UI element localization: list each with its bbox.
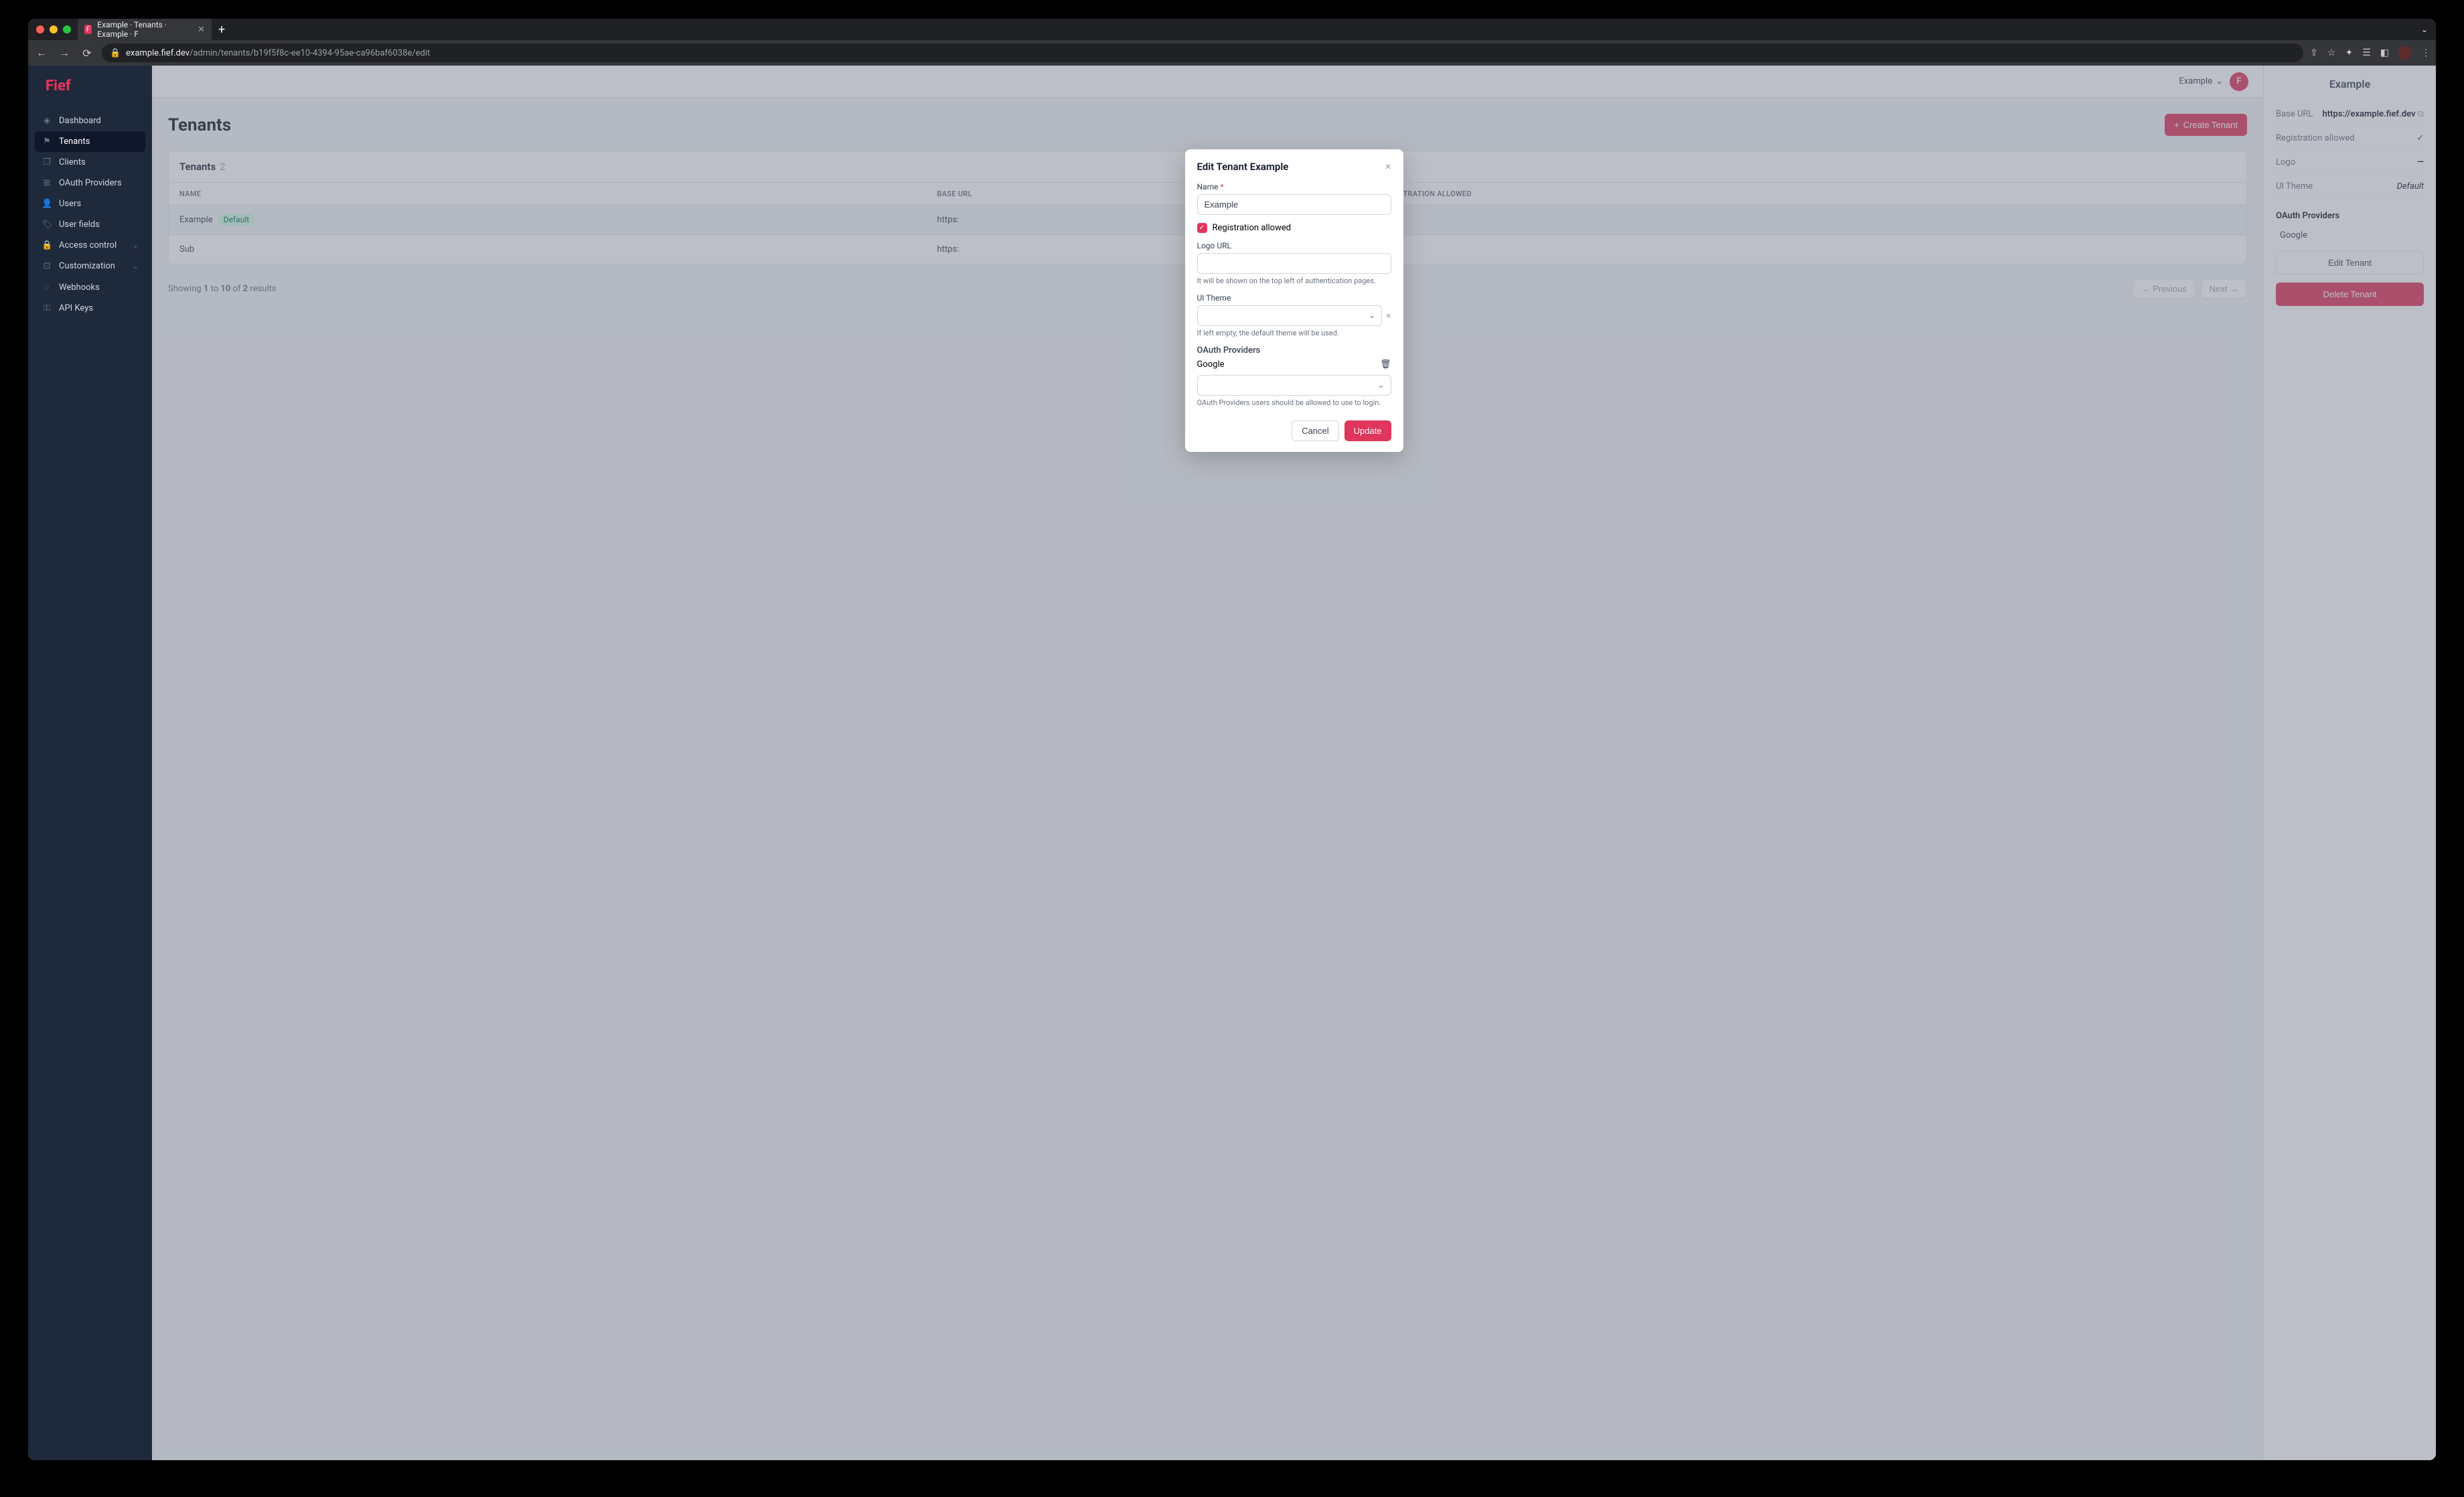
nav-icon: ⚿ xyxy=(42,303,52,313)
chevron-down-icon: ⌄ xyxy=(133,262,139,270)
browser-titlebar: F Example · Tenants · Example · F ✕ + ⌄ xyxy=(28,19,2436,40)
nav-label: Webhooks xyxy=(59,283,100,293)
lock-icon: 🔒 xyxy=(110,48,121,58)
browser-menu-icon[interactable]: ⋮ xyxy=(2421,48,2431,58)
tab-favicon-icon: F xyxy=(84,25,92,34)
chevron-down-icon: ⌄ xyxy=(133,241,139,250)
nav-reload-icon[interactable]: ⟳ xyxy=(79,47,95,60)
browser-tab[interactable]: F Example · Tenants · Example · F ✕ xyxy=(78,19,212,43)
extensions-icon[interactable]: ✦ xyxy=(2345,48,2353,58)
cancel-button[interactable]: Cancel xyxy=(1292,420,1338,441)
trash-icon[interactable]: 🗑 xyxy=(1380,360,1391,370)
oauth-provider-select[interactable] xyxy=(1197,375,1391,396)
url-path: /admin/tenants/b19f5f8c-ee10-4394-95ae-c… xyxy=(189,48,430,58)
name-label: Name * xyxy=(1197,182,1391,191)
browser-toolbar: ← → ⟳ 🔒 example.fief.dev/admin/tenants/b… xyxy=(28,40,2436,66)
ui-theme-label: UI Theme xyxy=(1197,293,1391,303)
sidebar-item-access-control[interactable]: 🔒 Access control ⌄ xyxy=(35,235,145,256)
sidebar-item-customization[interactable]: ⊡ Customization ⌄ xyxy=(35,256,145,277)
nav-label: API Keys xyxy=(59,303,93,313)
nav-icon: ❐ xyxy=(42,157,52,167)
nav-icon: ⚑ xyxy=(42,137,52,147)
nav-back-icon[interactable]: ← xyxy=(33,46,50,60)
tab-close-icon[interactable]: ✕ xyxy=(198,25,205,35)
update-button[interactable]: Update xyxy=(1344,420,1391,441)
nav-label: Access control xyxy=(59,240,117,250)
profile-avatar-icon[interactable] xyxy=(2398,46,2412,60)
window-close-icon[interactable] xyxy=(36,25,44,33)
tab-title: Example · Tenants · Example · F xyxy=(97,20,188,39)
window-minimize-icon[interactable] xyxy=(50,25,58,33)
nav-label: Clients xyxy=(59,157,86,167)
window-maximize-icon[interactable] xyxy=(63,25,71,33)
share-icon[interactable]: ⇪ xyxy=(2310,48,2318,58)
sidebar-item-webhooks[interactable]: ◌ Webhooks xyxy=(35,277,145,298)
nav-label: Users xyxy=(59,199,81,209)
registration-allowed-label: Registration allowed xyxy=(1213,223,1292,233)
modal-close-icon[interactable]: × xyxy=(1385,160,1391,173)
sidebar-item-dashboard[interactable]: ◈ Dashboard xyxy=(35,110,145,131)
nav-icon: ◌ xyxy=(42,282,52,293)
sidebar-item-oauth-providers[interactable]: ⊞ OAuth Providers xyxy=(35,173,145,193)
nav-icon: 🏷 xyxy=(42,220,52,230)
nav-label: User fields xyxy=(59,220,100,230)
bookmark-icon[interactable]: ☆ xyxy=(2327,48,2336,58)
window-traffic-lights xyxy=(36,25,71,33)
nav-icon: 🔒 xyxy=(42,240,52,250)
logo-url-help: It will be shown on the top left of auth… xyxy=(1197,277,1391,285)
nav-icon: 👤 xyxy=(42,199,52,209)
oauth-provider-name: Google xyxy=(1197,360,1225,370)
oauth-provider-item: Google 🗑 xyxy=(1197,360,1391,370)
nav-icon: ⊡ xyxy=(42,261,52,271)
chevron-down-icon: ⌄ xyxy=(1369,311,1375,320)
sidepanel-icon[interactable]: ◧ xyxy=(2380,48,2389,58)
nav-label: Dashboard xyxy=(59,116,101,126)
nav-forward-icon[interactable]: → xyxy=(56,46,72,60)
sidebar-item-users[interactable]: 👤 Users xyxy=(35,193,145,214)
checkbox-checked-icon: ✓ xyxy=(1197,223,1207,233)
ui-theme-clear-icon[interactable]: × xyxy=(1386,311,1391,321)
url-host: example.fief.dev xyxy=(126,48,189,58)
chevron-down-icon: ⌄ xyxy=(1377,380,1384,390)
url-bar[interactable]: 🔒 example.fief.dev/admin/tenants/b19f5f8… xyxy=(102,44,2303,62)
nav-icon: ⊞ xyxy=(42,178,52,188)
name-input[interactable] xyxy=(1197,194,1391,215)
nav-label: Customization xyxy=(59,261,115,271)
oauth-providers-label: OAuth Providers xyxy=(1197,345,1391,356)
sidebar-item-clients[interactable]: ❐ Clients xyxy=(35,152,145,173)
oauth-providers-help: OAuth Providers users should be allowed … xyxy=(1197,398,1391,407)
edit-tenant-modal: Edit Tenant Example × Name * ✓ Registrat… xyxy=(1185,149,1403,452)
tabs-overflow-icon[interactable]: ⌄ xyxy=(2421,25,2428,34)
brand-logo: Fief xyxy=(28,66,152,106)
nav-icon: ◈ xyxy=(42,116,52,126)
reading-list-icon[interactable]: ☰ xyxy=(2362,48,2371,58)
ui-theme-select[interactable] xyxy=(1197,305,1383,326)
modal-title: Edit Tenant Example xyxy=(1197,161,1289,173)
nav-label: OAuth Providers xyxy=(59,178,122,188)
app-sidebar: Fief ◈ Dashboard ⚑ Tenants ❐ Clients ⊞ OAuth Pr… xyxy=(28,66,152,1460)
nav-label: Tenants xyxy=(59,137,90,147)
sidebar-item-api-keys[interactable]: ⚿ API Keys xyxy=(35,298,145,319)
registration-allowed-checkbox[interactable]: ✓ Registration allowed xyxy=(1197,223,1391,233)
new-tab-button[interactable]: + xyxy=(212,23,232,37)
logo-url-input[interactable] xyxy=(1197,253,1391,274)
logo-url-label: Logo URL xyxy=(1197,241,1391,250)
ui-theme-help: If left empty, the default theme will be… xyxy=(1197,329,1391,337)
sidebar-item-user-fields[interactable]: 🏷 User fields xyxy=(35,214,145,235)
sidebar-item-tenants[interactable]: ⚑ Tenants xyxy=(35,131,145,152)
